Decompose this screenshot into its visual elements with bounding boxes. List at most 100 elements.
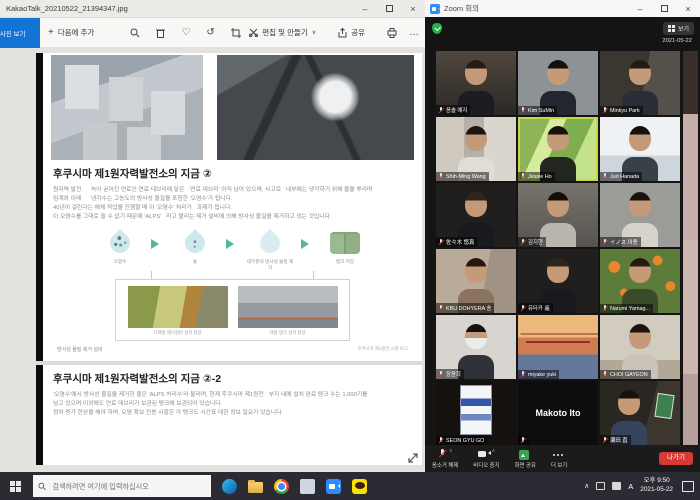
meeting-date-label: 2021-05-22 [662,38,692,44]
meeting-security-shield-icon[interactable] [432,23,442,34]
start-button[interactable] [4,475,26,497]
participant-name-bar: 유타카 遥 [518,303,553,313]
doc-text-line: 임계와 이래 냉각수는 고농도의 방사성 물질을 포함한 '오염수'가 됩니다. [53,195,414,204]
participant-tile[interactable]: miyake yuki miyake yuki [518,315,598,379]
participant-name: SEON GYU GO [446,438,484,444]
zoom-titlebar[interactable]: Zoom 회의 – × [425,0,700,17]
maximize-button[interactable] [652,0,676,17]
maximize-button[interactable] [377,0,401,17]
action-center-icon[interactable] [682,481,694,492]
crop-icon[interactable] [231,28,241,38]
participant-tile[interactable]: 음솔 예지 음솔 예지 [436,51,516,115]
resize-diagonal-icon[interactable] [407,452,419,464]
mic-muted-icon [520,107,526,114]
desktop: KakaoTalk_20210522_21394347.jpg – × 모든 사… [0,0,700,500]
mic-muted-icon [520,371,526,378]
chrome-icon[interactable] [274,479,289,494]
participant-name-bar: SEON GYU GO [436,436,487,445]
mic-muted-icon [602,107,608,114]
minimize-button[interactable]: – [628,0,652,17]
participant-name-bar: 佐々木 悠真 [436,237,477,247]
delete-icon[interactable] [156,28,165,38]
participant-tile[interactable]: Shih-Ming Wang Shih-Ming Wang [436,117,516,181]
viewed-photo: 후쿠시마 제1원자력발전소의 지금 ② 원자력 발전 녹아 굳어진 연료인 연료… [36,53,422,465]
doc-body-1: 원자력 발전 녹아 굳어진 연료인 연료 데브리에 닿은 '연료 데브리' 아직… [51,186,414,222]
file-explorer-icon[interactable] [248,482,263,493]
zoom-control-button[interactable]: ∧ 음소거 해제 [432,449,458,469]
zoom-tool-icon[interactable] [130,28,140,38]
participant-tile[interactable]: Minkyu Park Minkyu Park [600,51,680,115]
photos-window-title: KakaoTalk_20210522_21394347.jpg [6,4,128,13]
view-button[interactable]: 보기 [663,22,694,35]
photos-titlebar[interactable]: KakaoTalk_20210522_21394347.jpg – × [0,0,425,18]
doc-text-line: 원자력 발전 녹아 굳어진 연료인 연료 데브리에 닿은 '연료 데브리' 아직… [53,186,414,195]
photos-app-taskbar-icon[interactable] [300,479,315,494]
participant-tile[interactable]: Jessie Ho Jessie Ho [518,117,598,181]
add-to-button[interactable]: + 다음에 추가 [48,27,94,38]
see-all-photos-button[interactable]: 모든 사진 보기 [0,18,40,48]
favorite-icon[interactable]: ♡ [181,28,190,38]
taskbar-search[interactable] [33,475,211,497]
zoom-control-button[interactable]: 더 보기 [551,449,567,469]
mic-muted-icon [520,239,526,246]
participant-name: Shih-Ming Wang [446,174,486,180]
doc-text-line: '오염수'에서 방사성 물질을 제거한 물은 'ALPS 처리수'라 불리며, … [53,391,414,400]
leave-meeting-button[interactable]: 나가기 [659,452,693,465]
chevron-up-icon[interactable]: ∧ [492,449,496,454]
zoom-control-button[interactable]: 화면 공유 [515,449,536,469]
share-button[interactable]: 공유 [338,27,365,38]
more-options-icon[interactable]: … [409,28,419,38]
windows-taskbar: ∧ A 오후 9:50 2021-05-22 [0,472,700,500]
doc-body-2: '오염수'에서 방사성 물질을 제거한 물은 'ALPS 처리수'라 불리며, … [51,391,414,418]
chevron-up-icon[interactable]: ∧ [449,449,453,454]
storage-tank-icon [330,232,360,254]
doc-text-line: 점차 증가 현상을 해야 하며, 오염 확보 전용 시찰은 각 탱크도 시간표 … [53,409,414,418]
participant-tile[interactable]: 김지현 김지현 [518,183,598,247]
mic-muted-icon [438,437,444,444]
participant-tile[interactable]: 佐々木 悠真 佐々木 悠真 [436,183,516,247]
participant-tile[interactable]: 유타카 遥 유타카 遥 [518,249,598,313]
taskbar-clock[interactable]: 오후 9:50 2021-05-22 [640,477,673,494]
search-input[interactable] [50,481,206,492]
participant-tile[interactable]: CHOI GAYEON CHOI GAYEON [600,315,680,379]
photos-app-window: KakaoTalk_20210522_21394347.jpg – × 모든 사… [0,0,425,472]
participant-tile[interactable]: Kim SuMin Kim SuMin [518,51,598,115]
clean-water-drop-icon [256,229,284,257]
print-icon[interactable] [387,28,397,38]
minimize-button[interactable]: – [353,0,377,17]
participant-tile[interactable]: 장윤희 장윤희 [436,315,516,379]
mic-muted-icon [602,371,608,378]
doc-text-line: 넘고 있으며 이외에도 연료 데브리가 보관된 탱크에 보관되어 있습니다. [53,400,414,409]
participant-tile[interactable]: Makoto Ito Makoto Ito [518,381,598,445]
participant-tile[interactable]: 瀬田 直 瀬田 直 [600,381,680,445]
participant-name: 음솔 예지 [446,106,467,114]
mic-muted-icon [438,107,444,114]
edit-create-button[interactable]: 편집 및 만들기 ∨ [249,27,316,38]
share-icon [338,28,347,38]
doc-heading-2: 후쿠시마 제1원자력발전소의 지금 ②-2 [53,371,414,386]
participant-name-bar: 음솔 예지 [436,105,470,115]
tray-network-icon[interactable] [596,482,605,490]
doc-heading-1: 후쿠시마 제1원자력발전소의 지금 ② [53,166,414,181]
tray-volume-icon[interactable] [612,482,621,490]
participant-tile[interactable]: イノス 이용 イノス 이용 [600,183,680,247]
zoom-taskbar-icon[interactable] [326,479,341,494]
zoom-control-icon [478,449,490,460]
grid-view-icon [668,25,675,32]
close-button[interactable]: × [676,0,700,17]
participant-name-bar: KBU DOHYERA 송 [436,303,494,313]
edge-icon[interactable] [222,479,237,494]
participant-tile[interactable]: SEON GYU GO SEON GYU GO [436,381,516,445]
tray-chevron-up-icon[interactable]: ∧ [584,483,589,490]
close-button[interactable]: × [401,0,425,17]
participant-tile[interactable]: KBU DOHYERA 송 KBU DOHYERA 송 [436,249,516,313]
zoom-control-button[interactable]: ∧ 비디오 중지 [473,449,499,469]
participant-name: 佐々木 悠真 [446,238,474,246]
participant-tile[interactable]: Narumi Yamag... Narumi Yamag... [600,249,680,313]
ime-indicator[interactable]: A [628,482,633,491]
participant-tile[interactable]: Juri Hanada Juri Hanada [600,117,680,181]
rotate-icon[interactable]: ↺ [206,28,214,38]
kakaotalk-icon[interactable] [352,479,367,494]
plant-photo-before [51,55,203,160]
arrow-right-icon [226,239,239,249]
